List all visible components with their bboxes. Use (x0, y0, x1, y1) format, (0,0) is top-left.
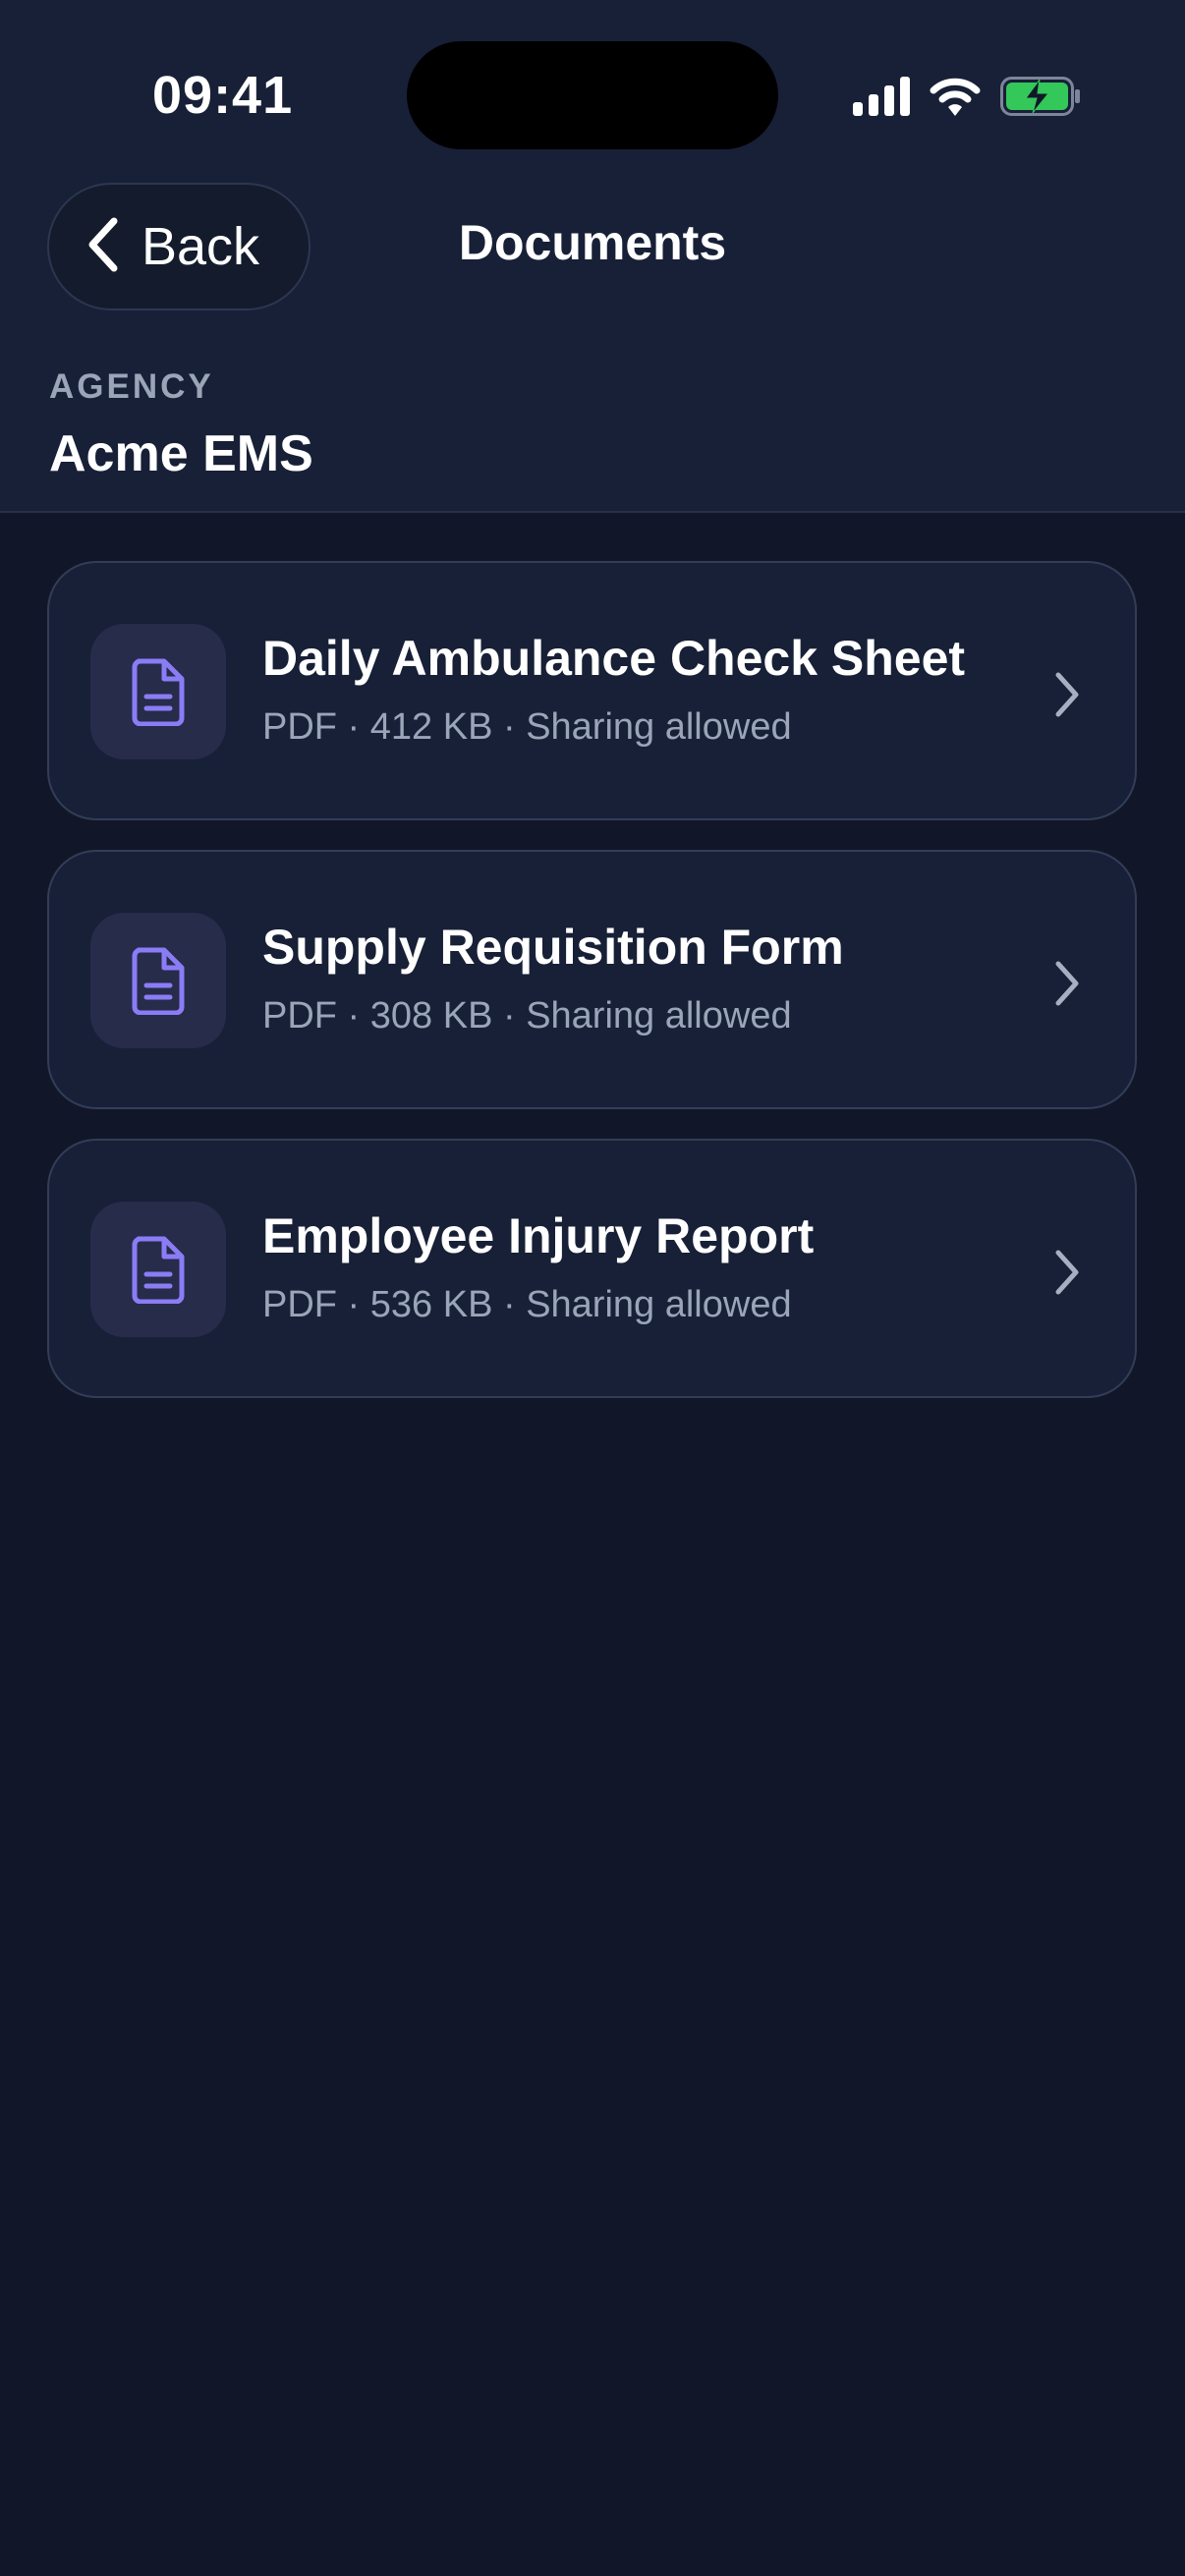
agency-name: Acme EMS (49, 425, 313, 482)
document-title: Employee Injury Report (262, 1208, 815, 1263)
document-meta: PDF · 412 KB · Sharing allowed (262, 706, 792, 748)
document-row-daily-ambulance-check-sheet[interactable]: Daily Ambulance Check Sheet PDF · 412 KB… (47, 561, 1137, 820)
battery-charging-icon (1000, 77, 1081, 116)
document-row-supply-requisition-form[interactable]: Supply Requisition Form PDF · 308 KB · S… (47, 850, 1137, 1109)
page-title: Documents (458, 215, 727, 270)
document-icon (90, 624, 226, 759)
chevron-right-icon (1052, 671, 1082, 723)
agency-caption: AGENCY (49, 367, 214, 406)
wifi-icon (930, 77, 981, 116)
document-meta: PDF · 308 KB · Sharing allowed (262, 995, 792, 1036)
cellular-signal-icon (853, 77, 910, 116)
document-list: Daily Ambulance Check Sheet PDF · 412 KB… (47, 561, 1137, 1428)
chevron-right-icon (1052, 960, 1082, 1012)
document-title: Supply Requisition Form (262, 920, 844, 975)
document-title: Daily Ambulance Check Sheet (262, 631, 966, 686)
document-meta: PDF · 536 KB · Sharing allowed (262, 1284, 792, 1325)
header-region: 09:41 Back Documents AGENCY Acme EMS (0, 0, 1185, 513)
status-icons (853, 69, 1081, 124)
document-icon (90, 1202, 226, 1337)
status-time: 09:41 (152, 66, 294, 125)
document-icon (90, 913, 226, 1048)
document-row-employee-injury-report[interactable]: Employee Injury Report PDF · 536 KB · Sh… (47, 1139, 1137, 1398)
chevron-right-icon (1052, 1249, 1082, 1301)
dynamic-island (407, 41, 778, 149)
